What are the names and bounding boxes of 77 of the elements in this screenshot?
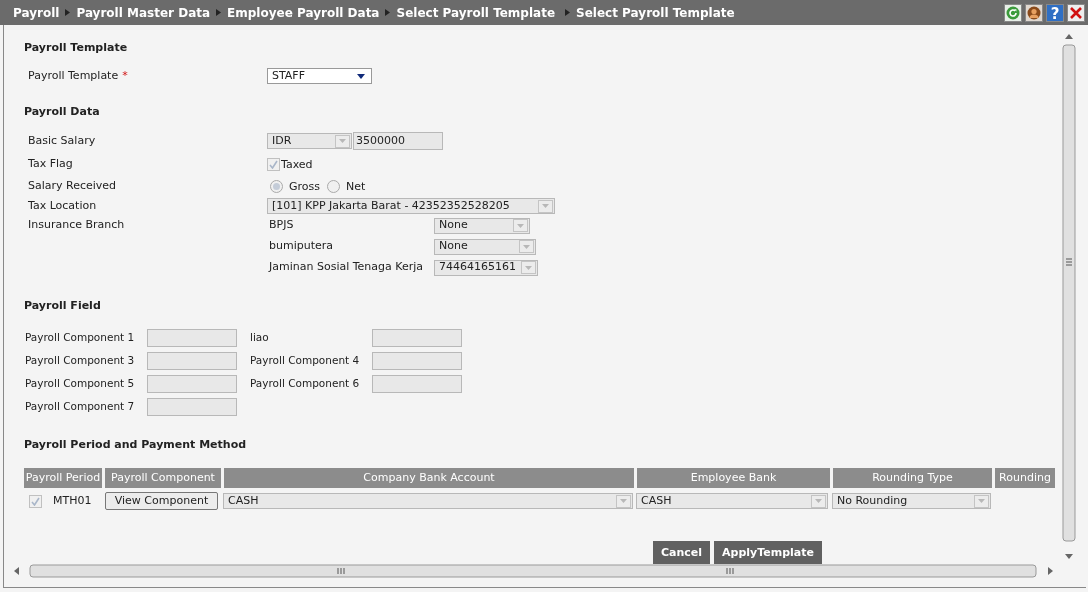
section-heading: Payroll Template (24, 41, 129, 55)
radio-button[interactable] (327, 179, 340, 193)
column-header: Payroll Component (105, 468, 221, 488)
checkbox[interactable] (267, 157, 280, 171)
amount-field[interactable]: 3500000 (353, 132, 443, 150)
radio-label: Gross (289, 179, 320, 196)
breadcrumb-link[interactable]: Payroll (13, 3, 60, 22)
input-field[interactable] (147, 398, 237, 416)
user-icon[interactable] (1025, 3, 1043, 22)
dropdown[interactable]: CASH (636, 493, 828, 509)
section-heading: Payroll Period and Payment Method (24, 438, 248, 452)
apply-template-button[interactable]: ApplyTemplate (714, 541, 822, 564)
checkbox-label: Taxed (281, 158, 313, 171)
field-label: Payroll Component 3 (25, 353, 136, 369)
column-header: Employee Bank (637, 468, 830, 488)
refresh-icon[interactable] (1004, 3, 1022, 22)
dropdown[interactable]: [101] KPP Jakarta Barat - 42352352528205 (267, 198, 555, 214)
dropdown[interactable]: CASH (223, 493, 633, 509)
dropdown[interactable]: None (434, 238, 536, 255)
field-label: Payroll Component 4 (250, 353, 361, 369)
field-label: Tax Flag (28, 155, 73, 172)
breadcrumb-link[interactable]: Select Payroll Template (576, 3, 735, 22)
section-heading: Payroll Data (24, 105, 101, 119)
cancel-button[interactable]: Cancel (652, 541, 711, 564)
separator-icon (65, 9, 71, 16)
close-icon[interactable] (1067, 3, 1085, 22)
caret-icon (335, 134, 350, 148)
field-label: Basic Salary (28, 132, 96, 149)
caret-icon (519, 240, 534, 253)
input-field[interactable] (147, 375, 237, 393)
caret-icon (521, 261, 536, 274)
field-label: Payroll Component 5 (25, 376, 136, 392)
caret-icon (811, 494, 826, 508)
field-label: Payroll Template (28, 67, 119, 84)
caret-icon (538, 199, 553, 213)
field-label: Insurance Branch (28, 218, 125, 231)
caret-icon (357, 73, 365, 79)
dropdown[interactable]: IDR (267, 133, 352, 149)
dropdown[interactable]: STAFF (267, 68, 372, 84)
dropdown[interactable]: 74464165161 (434, 259, 538, 276)
field-label: Payroll Component 7 (25, 399, 136, 415)
table-cell-text: MTH01 (53, 492, 92, 509)
field-label: Payroll Component 1 (25, 330, 136, 346)
column-header: Rounding (995, 468, 1055, 488)
caret-icon (513, 219, 528, 232)
column-header: Company Bank Account (224, 468, 634, 488)
input-field[interactable] (372, 352, 462, 370)
radio-label: Net (346, 179, 366, 196)
separator-icon (216, 9, 222, 16)
field-label: liao (250, 330, 270, 346)
breadcrumb-link[interactable]: Payroll Master Data (76, 3, 211, 22)
breadcrumb-link[interactable]: Employee Payroll Data (227, 3, 380, 22)
caret-icon (616, 494, 631, 508)
input-field[interactable] (372, 375, 462, 393)
view-component-button[interactable]: View Component (105, 492, 218, 510)
separator-icon (565, 9, 571, 16)
separator-icon (385, 9, 391, 16)
field-label: bumiputera (269, 238, 335, 255)
breadcrumb-link[interactable]: Select Payroll Template (396, 3, 556, 22)
caret-icon (974, 494, 989, 508)
field-label: Payroll Component 6 (250, 376, 361, 392)
required-mark: * (122, 67, 128, 84)
checkbox[interactable] (29, 494, 42, 508)
field-label: Jaminan Sosial Tenaga Kerja (269, 259, 425, 276)
field-label: Salary Received (28, 177, 117, 194)
section-heading: Payroll Field (24, 299, 102, 313)
radio-button[interactable] (270, 179, 283, 193)
input-field[interactable] (147, 352, 237, 370)
column-header: Rounding Type (833, 468, 992, 488)
input-field[interactable] (147, 329, 237, 347)
dropdown[interactable]: None (434, 217, 530, 234)
help-button[interactable]: ? (1046, 3, 1064, 22)
field-label: BPJS (269, 217, 295, 234)
dropdown[interactable]: No Rounding (832, 493, 991, 509)
input-field[interactable] (372, 329, 462, 347)
field-label: Tax Location (28, 197, 97, 214)
column-header: Payroll Period (24, 468, 102, 488)
